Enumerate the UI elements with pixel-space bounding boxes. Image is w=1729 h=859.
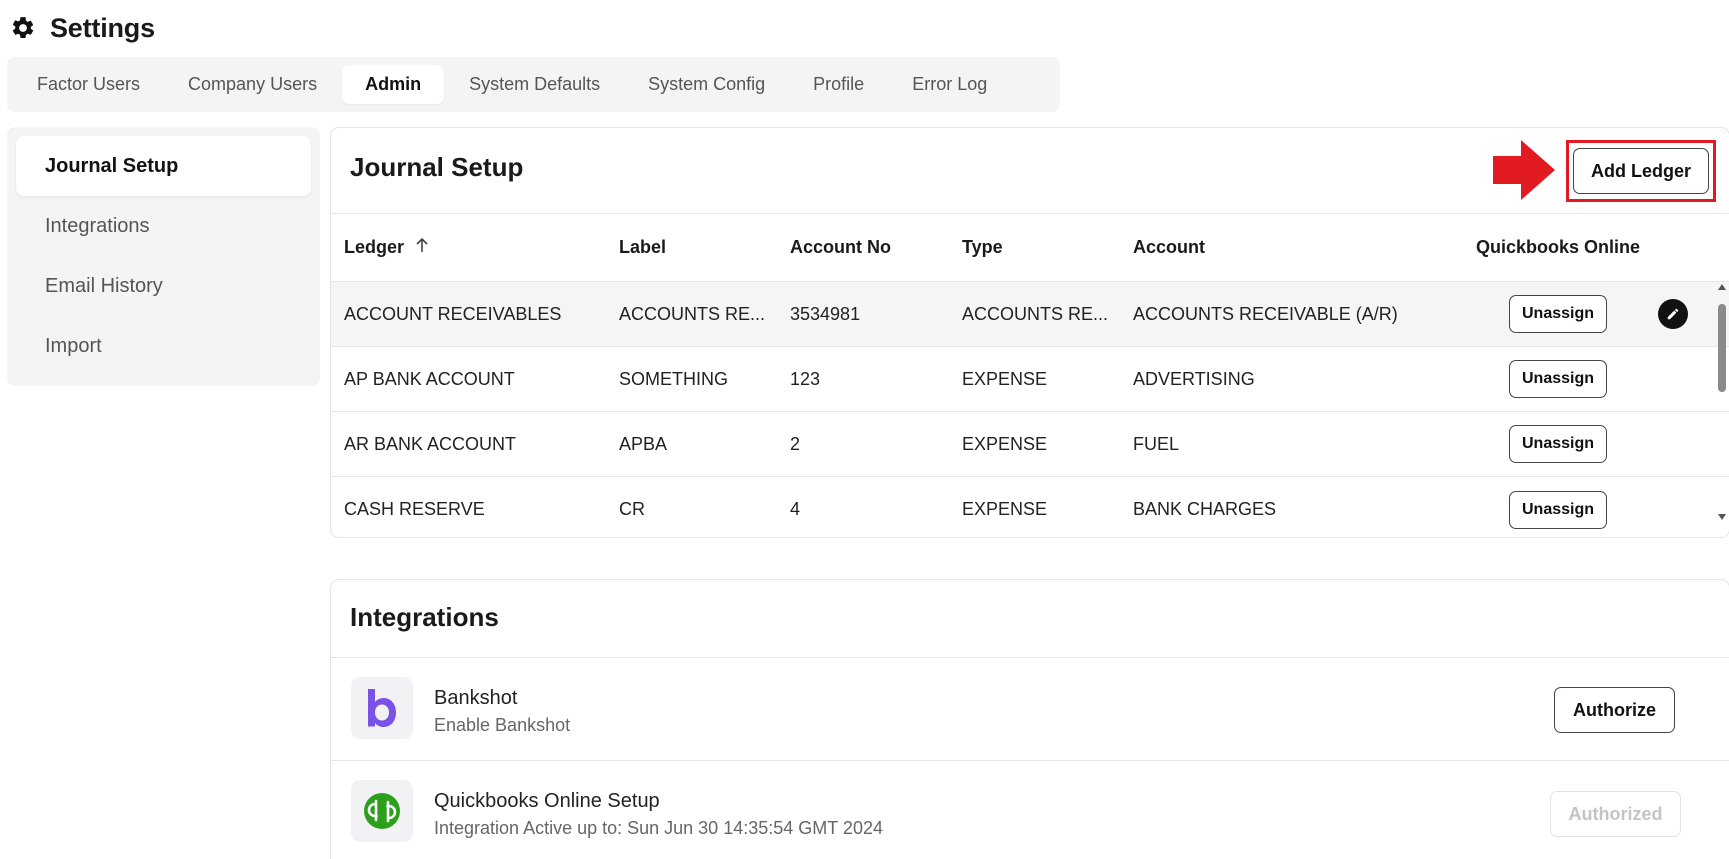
cell-account: ACCOUNTS RECEIVABLE (A/R) <box>1133 303 1398 324</box>
scroll-down-icon[interactable] <box>1718 514 1726 520</box>
cell-account-no: 123 <box>790 368 821 389</box>
table-row[interactable]: ACCOUNT RECEIVABLES ACCOUNTS RE... 35349… <box>331 282 1729 347</box>
sidebar-item-import[interactable]: Import <box>16 316 311 376</box>
column-header-account[interactable]: Account <box>1133 237 1205 258</box>
column-header-label[interactable]: Label <box>619 237 666 258</box>
cell-label: SOMETHING <box>619 368 729 389</box>
bankshot-logo <box>351 677 413 739</box>
column-header-type[interactable]: Type <box>962 237 1003 258</box>
integration-item-bankshot: Bankshot Enable Bankshot Authorize <box>331 658 1729 761</box>
scroll-up-icon[interactable] <box>1718 284 1726 290</box>
cell-label: CR <box>619 499 645 519</box>
cell-type: EXPENSE <box>962 368 1048 389</box>
tab-system-config[interactable]: System Config <box>625 65 788 104</box>
unassign-button[interactable]: Unassign <box>1509 360 1607 398</box>
scrollbar-thumb[interactable] <box>1718 304 1726 392</box>
tab-company-users[interactable]: Company Users <box>165 65 340 104</box>
cell-ledger: AP BANK ACCOUNT <box>344 368 515 389</box>
cell-account: BANK CHARGES <box>1133 499 1277 519</box>
sidebar-item-email-history[interactable]: Email History <box>16 256 311 316</box>
authorize-button[interactable]: Authorize <box>1554 687 1675 733</box>
admin-sidebar: Journal Setup Integrations Email History… <box>7 127 320 386</box>
column-header-ledger[interactable]: Ledger <box>344 237 429 259</box>
cell-account-no: 2 <box>790 433 801 454</box>
cell-ledger: AR BANK ACCOUNT <box>344 433 517 454</box>
gear-icon <box>10 15 36 41</box>
integrations-card: Integrations Bankshot Enable Bankshot Au… <box>330 579 1729 859</box>
cell-type: ACCOUNTS RE... <box>962 303 1109 324</box>
unassign-button[interactable]: Unassign <box>1509 425 1607 463</box>
arrow-up-icon <box>415 237 429 258</box>
authorized-button: Authorized <box>1550 791 1681 837</box>
quickbooks-logo <box>351 780 413 842</box>
cell-ledger: CASH RESERVE <box>344 499 485 519</box>
cell-account-no: 3534981 <box>790 303 861 324</box>
column-header-quickbooks-online: Quickbooks Online <box>1476 237 1641 257</box>
cell-account: ADVERTISING <box>1133 368 1255 389</box>
column-header-account-no[interactable]: Account No <box>790 237 891 258</box>
settings-tabs: Factor Users Company Users Admin System … <box>7 57 1060 112</box>
cell-account-no: 4 <box>790 499 801 519</box>
cell-type: EXPENSE <box>962 499 1048 519</box>
table-scrollbar[interactable] <box>1717 284 1727 520</box>
integration-description: Integration Active up to: Sun Jun 30 14:… <box>434 818 883 838</box>
tab-system-defaults[interactable]: System Defaults <box>446 65 623 104</box>
table-row[interactable]: CASH RESERVE CR 4 EXPENSE BANK CHARGES U… <box>331 477 1729 537</box>
cell-type: EXPENSE <box>962 433 1048 454</box>
table-header: Ledger Label Account No Type Account Qui… <box>331 214 1729 282</box>
cell-label: ACCOUNTS RE... <box>619 303 766 324</box>
journal-setup-title: Journal Setup <box>350 152 524 182</box>
page-header: Settings <box>10 10 155 46</box>
cell-label: APBA <box>619 433 668 454</box>
sidebar-item-integrations[interactable]: Integrations <box>16 196 311 256</box>
add-ledger-button[interactable]: Add Ledger <box>1573 148 1709 194</box>
sidebar-item-journal-setup[interactable]: Journal Setup <box>16 136 311 196</box>
unassign-button[interactable]: Unassign <box>1509 490 1607 529</box>
integration-item-quickbooks: Quickbooks Online Setup Integration Acti… <box>331 761 1729 859</box>
tab-factor-users[interactable]: Factor Users <box>14 65 163 104</box>
red-arrow-icon <box>1493 140 1555 200</box>
integration-description: Enable Bankshot <box>434 715 571 735</box>
table-row[interactable]: AR BANK ACCOUNT APBA 2 EXPENSE FUEL Unas… <box>331 412 1729 477</box>
journal-setup-card: Journal Setup Add Ledger Ledger Label Ac… <box>330 127 1729 538</box>
integration-name: Quickbooks Online Setup <box>434 790 660 812</box>
integrations-header: Integrations <box>331 580 1729 658</box>
integration-name: Bankshot <box>434 687 518 709</box>
cell-ledger: ACCOUNT RECEIVABLES <box>344 303 562 324</box>
tab-error-log[interactable]: Error Log <box>889 65 1010 104</box>
journal-setup-header: Journal Setup Add Ledger <box>331 128 1729 214</box>
unassign-button[interactable]: Unassign <box>1509 295 1607 333</box>
page-title: Settings <box>50 12 155 43</box>
ledger-table: Ledger Label Account No Type Account Qui… <box>331 214 1729 537</box>
integrations-title: Integrations <box>350 602 499 632</box>
tab-admin[interactable]: Admin <box>342 65 445 104</box>
cell-account: FUEL <box>1133 433 1180 454</box>
tab-profile[interactable]: Profile <box>790 65 887 104</box>
column-header-label: Ledger <box>344 236 405 257</box>
edit-icon[interactable] <box>1658 299 1688 329</box>
table-row[interactable]: AP BANK ACCOUNT SOMETHING 123 EXPENSE AD… <box>331 347 1729 412</box>
